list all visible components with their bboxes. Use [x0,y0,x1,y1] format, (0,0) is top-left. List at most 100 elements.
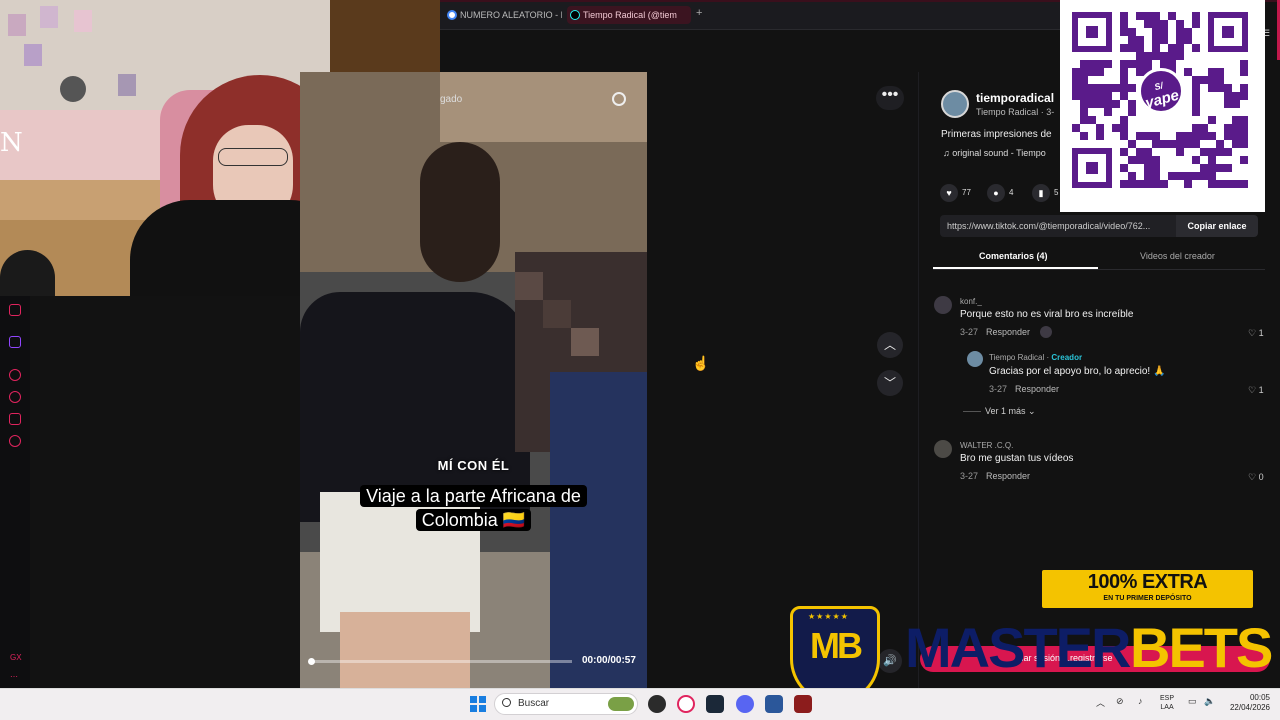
video-progress-bar[interactable] [308,658,572,665]
creator-subtitle: Tiempo Radical · 3- [976,107,1055,117]
comment-like-button[interactable]: ♡ 1 [1248,385,1264,396]
qr-module [1216,68,1224,76]
qr-module [1208,132,1216,140]
tab-label: NUMERO ALEATORIO - Bu [460,10,562,20]
comment-like-count: 0 [1258,472,1264,482]
qr-module [1072,84,1080,92]
qr-module [1192,92,1200,100]
language-indicator[interactable]: ESP LAA [1160,694,1174,712]
tab-numero-aleatorio[interactable]: NUMERO ALEATORIO - Bu [444,6,562,24]
windows-start-icon[interactable] [470,696,486,712]
qr-finder-pattern [1208,12,1248,52]
dota-icon[interactable] [794,695,812,713]
tray-chevron-up-icon[interactable]: ︿ [1096,696,1105,709]
reply-button[interactable]: Responder [1015,384,1059,394]
comment-count: 4 [1009,188,1014,197]
reply-button[interactable]: Responder [986,327,1030,337]
save-button[interactable]: ▮ 5 [1032,184,1058,202]
gx-corner-icon[interactable]: GX [10,653,22,662]
qr-module [1192,20,1200,28]
creator-handle[interactable]: tiemporadical [976,91,1054,105]
qr-module [1128,60,1136,68]
tab-creator-videos[interactable]: Videos del creador [1140,251,1215,261]
tab-tiempo-radical[interactable]: Tiempo Radical (@tiem [567,6,691,24]
qr-module [1240,180,1248,188]
qr-module [1200,148,1208,156]
tray-network-icon[interactable]: ⊘ [1116,696,1124,707]
tab-label: Tiempo Radical (@tiem [583,10,677,20]
taskbar-clock[interactable]: 00:05 22/04/2026 [1222,693,1270,713]
qr-module [1224,180,1232,188]
qr-module [1176,172,1184,180]
video-progress-handle[interactable] [308,658,315,665]
discord-icon[interactable] [736,695,754,713]
word-icon[interactable] [765,695,783,713]
qr-module [1144,172,1152,180]
reply-button[interactable]: Responder [986,471,1030,481]
comment-username[interactable]: konf._ [960,297,982,306]
twitch-icon[interactable] [9,336,21,348]
qr-module [1208,148,1216,156]
messenger-icon[interactable] [9,413,21,425]
sound-link[interactable]: ♫ original sound - Tiempo [943,148,1060,158]
next-video-button[interactable]: ﹀ [877,370,903,396]
qr-module [1152,180,1160,188]
comment-like-button[interactable]: ♡ 1 [1248,328,1264,339]
hand-cursor-icon: ☝ [692,355,710,371]
comment-avatar[interactable] [934,440,952,458]
qr-module [1112,100,1120,108]
more-options-button[interactable]: ••• [876,86,904,110]
qr-module [1240,84,1248,92]
qr-module [1096,84,1104,92]
qr-module [1144,148,1152,156]
previous-video-button[interactable]: ︿ [877,332,903,358]
settings-gear-icon[interactable] [9,435,21,447]
qr-module [1112,84,1120,92]
tray-microphone-icon[interactable]: ♪ [1138,696,1143,706]
caption-tag: MÍ CON ÉL [437,458,510,473]
opera-gx-icon[interactable] [677,695,695,713]
search-icon[interactable] [612,92,626,106]
qr-finder-pattern [1072,12,1112,52]
obs-icon[interactable] [648,695,666,713]
qr-module [1144,180,1152,188]
comment-button[interactable]: ● 4 [987,184,1013,202]
screen: NUMERO ALEATORIO - Bu Tiempo Radical (@t… [0,0,1280,720]
sidebar-m-icon[interactable] [9,304,21,316]
creator-avatar[interactable] [941,90,969,118]
qr-module [1120,116,1128,124]
qr-module [1176,148,1184,156]
qr-module [1240,132,1248,140]
bing-decoration-icon[interactable] [608,697,634,711]
qr-module [1144,164,1152,172]
copy-link-button[interactable]: Copiar enlace [1176,215,1258,237]
comment-username[interactable]: Tiempo Radical · Creador [989,353,1082,362]
qr-module [1176,36,1184,44]
masterbets-initials: MB [810,625,863,666]
qr-module [1176,44,1184,52]
comment-like-button[interactable]: ♡ 0 [1248,472,1264,483]
qr-module [1192,12,1200,20]
comment-avatar[interactable] [967,351,983,367]
qr-module [1128,108,1136,116]
volume-button[interactable]: 🔊 [878,649,902,673]
more-replies-button[interactable]: Ver 1 más ⌄ [985,406,1036,417]
new-tab-button[interactable]: + [696,7,702,19]
comment-username[interactable]: WALTER .C.Q. [960,441,1013,450]
qr-module [1128,156,1136,164]
comment-avatar[interactable] [934,296,952,314]
history-icon[interactable] [9,391,21,403]
qr-module [1184,180,1192,188]
qr-module [1160,60,1168,68]
tray-volume-icon[interactable]: 🔈 [1204,696,1215,707]
sidebar-more-icon[interactable]: ⋯ [10,672,18,681]
tab-comments[interactable]: Comentarios (4) [979,251,1048,261]
player-icon[interactable] [9,369,21,381]
steam-icon[interactable] [706,695,724,713]
tray-display-icon[interactable]: ▭ [1188,696,1197,707]
comment-date: 3-27 [960,327,979,337]
tiktok-video-player[interactable]: gado MÍ CON ÉL Viaje a la parte Africana… [300,72,647,688]
qr-module [1168,60,1176,68]
like-button[interactable]: ♥ 77 [940,184,971,202]
video-link-field[interactable]: https://www.tiktok.com/@tiemporadical/vi… [940,215,1176,237]
